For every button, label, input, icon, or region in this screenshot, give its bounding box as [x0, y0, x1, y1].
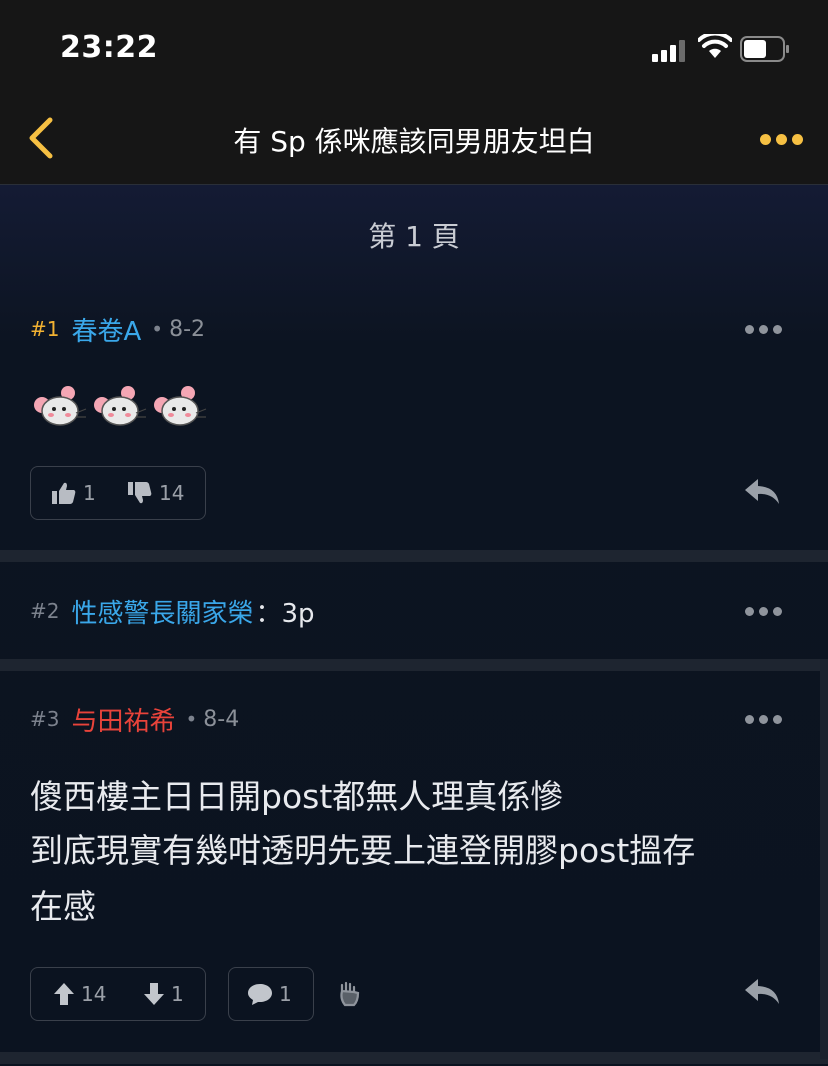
- author-name[interactable]: 春卷A: [71, 311, 141, 348]
- arrow-down-icon: [144, 983, 164, 1005]
- reply-icon[interactable]: [742, 475, 782, 507]
- post-3: #3 与田祐希 • 8-4: [0, 699, 828, 759]
- wifi-icon: [698, 34, 732, 58]
- status-bar: 23:22: [0, 0, 828, 96]
- thread-content: 第 1 頁 #1 春卷A • 8-2 1 14 #2 性感警長關家榮 ：3p #…: [0, 185, 828, 1066]
- dislike-button[interactable]: 14: [127, 481, 184, 505]
- comments-item: 1: [247, 982, 292, 1006]
- vote-box: 14 1: [30, 967, 206, 1021]
- like-button[interactable]: 1: [51, 481, 96, 505]
- comment-count: 1: [279, 982, 292, 1006]
- battery-icon: [740, 36, 789, 62]
- reply-icon[interactable]: [742, 975, 782, 1007]
- comments-button[interactable]: 1: [228, 967, 314, 1021]
- thread-title: 有 Sp 係咪應該同男朋友坦白: [233, 125, 595, 158]
- upvote-button[interactable]: 14: [53, 982, 106, 1006]
- post-number: #1: [30, 317, 60, 341]
- thumbs-down-icon: [128, 482, 152, 504]
- arrow-up-icon: [54, 983, 74, 1005]
- downvote-count: 1: [171, 982, 184, 1006]
- post-divider: [0, 1052, 828, 1064]
- post-number: #3: [30, 707, 60, 731]
- author-name[interactable]: 性感警長關家榮: [71, 593, 253, 630]
- nav-bar: 有 Sp 係咪應該同男朋友坦白: [0, 96, 828, 185]
- thumbs-up-icon: [52, 482, 76, 504]
- post-date: 8-4: [203, 706, 240, 732]
- post-inline-text: ：3p: [255, 598, 315, 629]
- downvote-button[interactable]: 1: [143, 982, 184, 1006]
- post-divider: [0, 659, 828, 671]
- post-header: #3 与田祐希 • 8-4: [30, 699, 239, 739]
- post-more-icon[interactable]: [745, 607, 783, 617]
- post-2: #2 性感警長關家榮 ：3p: [0, 591, 828, 651]
- like-dislike-box: 1 14: [30, 466, 206, 520]
- post-divider: [0, 550, 828, 562]
- separator-dot: •: [151, 317, 164, 341]
- post-more-icon[interactable]: [745, 715, 783, 725]
- dislike-count: 14: [159, 481, 185, 505]
- post-header: #1 春卷A • 8-2: [30, 309, 205, 349]
- more-options-icon[interactable]: [760, 134, 804, 146]
- rat-face-emoji-icon: [94, 386, 147, 426]
- post-number: #2: [30, 599, 60, 623]
- post-body-line: 在感: [30, 887, 96, 926]
- upvote-count: 14: [81, 982, 107, 1006]
- post-date: 8-2: [169, 316, 206, 342]
- post-header: #2 性感警長關家榮 ：3p: [30, 591, 315, 631]
- post-body-line: 到底現實有幾咁透明先要上連登開膠post搵存: [30, 831, 696, 870]
- post-body-line: 傻西樓主日日開post都無人理真係慘: [30, 777, 564, 816]
- speech-bubble-icon: [248, 984, 272, 1005]
- rat-face-emoji-icon: [34, 386, 87, 426]
- separator-dot: •: [185, 707, 198, 731]
- page-label: 第 1 頁: [368, 220, 460, 253]
- scroll-edge: [820, 659, 828, 1059]
- status-time: 23:22: [60, 30, 158, 65]
- hand-wave-icon[interactable]: [336, 981, 362, 1009]
- post-emoji-row: [32, 383, 208, 429]
- like-count: 1: [83, 481, 96, 505]
- author-name[interactable]: 与田祐希: [71, 701, 175, 738]
- rat-face-emoji-icon: [154, 386, 207, 426]
- post-more-icon[interactable]: [745, 325, 783, 335]
- cellular-signal-icon: [652, 38, 690, 62]
